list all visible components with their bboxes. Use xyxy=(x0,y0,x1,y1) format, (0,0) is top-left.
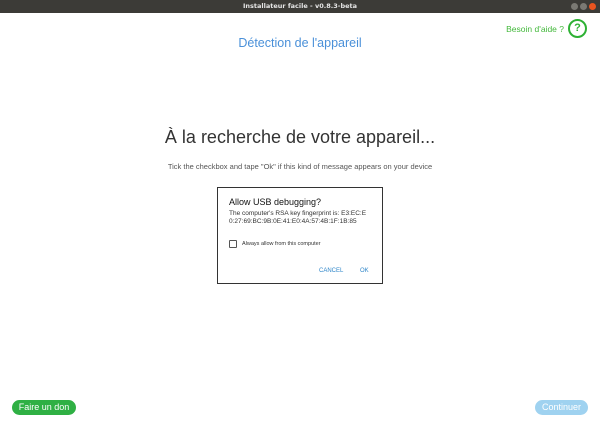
continue-button[interactable]: Continuer xyxy=(535,400,588,415)
always-allow-checkbox xyxy=(229,240,237,248)
close-icon[interactable] xyxy=(589,3,596,10)
dialog-ok-button: OK xyxy=(360,268,369,274)
always-allow-option: Always allow from this computer xyxy=(229,240,321,248)
window-title: Installateur facile - v0.8.3-beta xyxy=(242,2,357,10)
dialog-title: Allow USB debugging? xyxy=(229,197,322,207)
dialog-cancel-button: CANCEL xyxy=(319,268,344,274)
donate-button[interactable]: Faire un don xyxy=(12,400,76,415)
maximize-icon[interactable] xyxy=(580,3,587,10)
window-titlebar: Installateur facile - v0.8.3-beta xyxy=(0,0,600,13)
status-message: À la recherche de votre appareil... xyxy=(164,127,436,147)
help-label[interactable]: Besoin d'aide ? xyxy=(506,24,564,34)
instruction-text: Tick the checkbox and tape "Ok" if this … xyxy=(167,162,433,171)
dialog-body: The computer's RSA key fingerprint is: E… xyxy=(229,210,367,225)
minimize-icon[interactable] xyxy=(571,3,578,10)
usb-debugging-dialog: Allow USB debugging? The computer's RSA … xyxy=(217,187,383,284)
always-allow-label: Always allow from this computer xyxy=(242,241,321,247)
page-title: Détection de l'appareil xyxy=(238,36,362,50)
